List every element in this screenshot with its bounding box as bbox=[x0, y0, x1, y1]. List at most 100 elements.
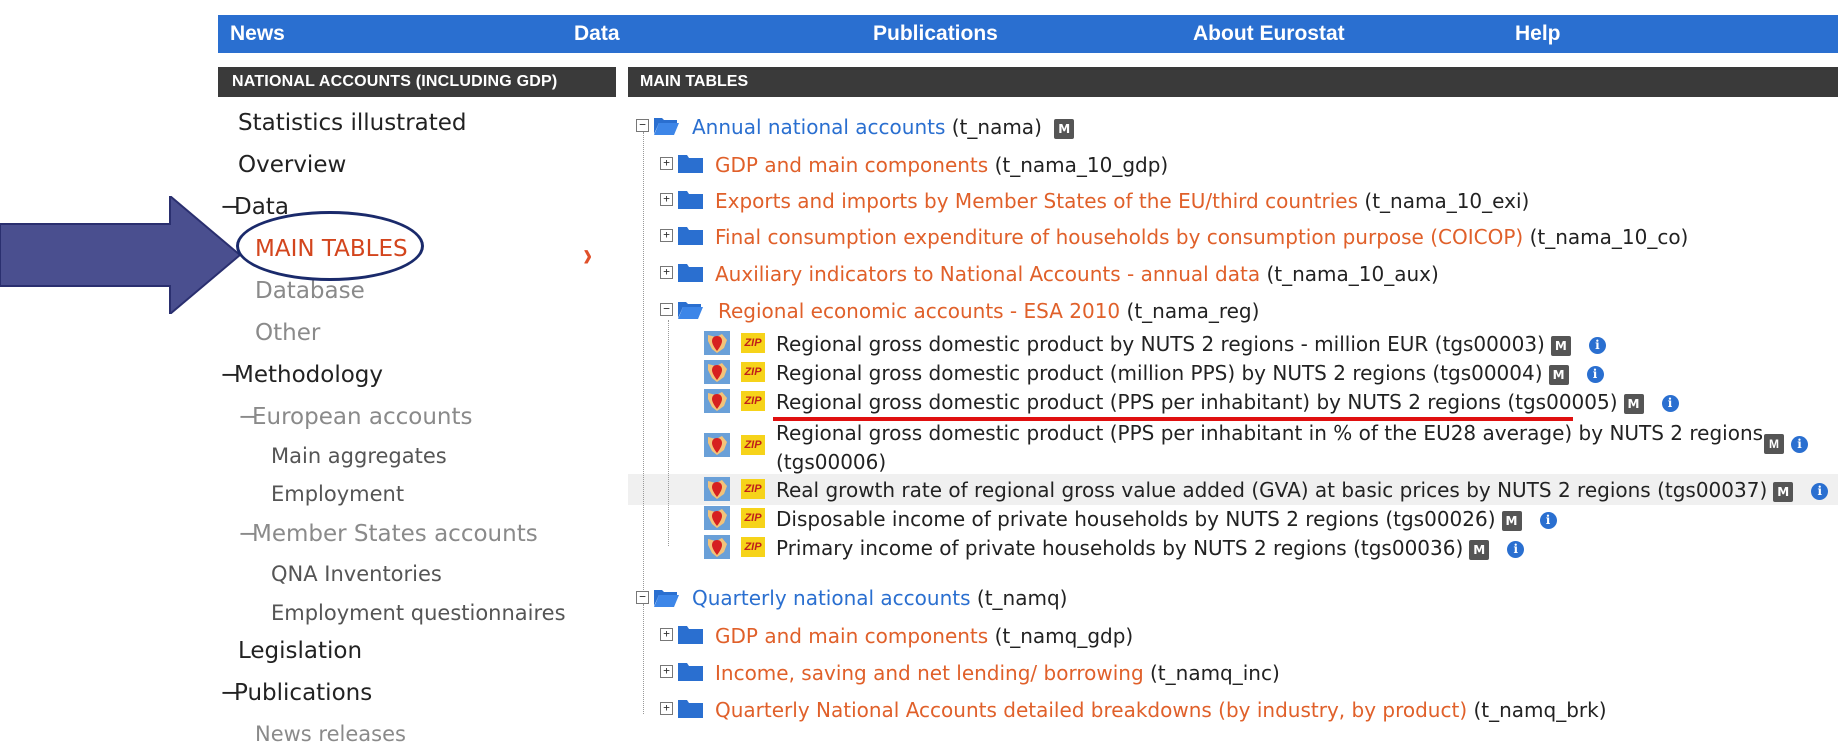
node-link[interactable]: Annual national accounts bbox=[692, 115, 945, 139]
dataset-title-line2[interactable]: (tgs00006) bbox=[776, 450, 886, 474]
dataset-title[interactable]: Primary income of private households by … bbox=[776, 536, 1463, 560]
sidebar-item-other[interactable]: Other bbox=[255, 320, 320, 346]
expand-toggle[interactable]: + bbox=[660, 628, 673, 641]
dataset-tgs00006[interactable]: Regional gross domestic product (PPS per… bbox=[776, 419, 1763, 477]
map-icon[interactable] bbox=[704, 477, 730, 501]
dataset-title[interactable]: Regional gross domestic product by NUTS … bbox=[776, 332, 1545, 356]
nav-publications[interactable]: Publications bbox=[873, 22, 998, 46]
map-icon[interactable] bbox=[704, 433, 730, 457]
sidebar-item-main-aggregates[interactable]: Main aggregates bbox=[271, 444, 447, 468]
node-code: (t_namq_gdp) bbox=[994, 624, 1134, 648]
info-icon[interactable]: i bbox=[1661, 395, 1679, 412]
tree-node-exports[interactable]: Exports and imports by Member States of … bbox=[715, 189, 1529, 213]
metadata-icon[interactable]: M bbox=[1550, 335, 1571, 356]
collapse-toggle[interactable]: − bbox=[636, 119, 649, 132]
metadata-icon[interactable]: M bbox=[1469, 539, 1490, 560]
metadata-icon[interactable]: M bbox=[1773, 481, 1794, 502]
sidebar-item-publications[interactable]: −Publications bbox=[220, 680, 372, 706]
sidebar-item-statistics-illustrated[interactable]: Statistics illustrated bbox=[238, 110, 467, 136]
nav-about[interactable]: About Eurostat bbox=[1193, 22, 1345, 46]
sidebar-item-employment[interactable]: Employment bbox=[271, 482, 404, 506]
expand-toggle[interactable]: + bbox=[660, 157, 673, 170]
node-link[interactable]: Income, saving and net lending/ borrowin… bbox=[715, 661, 1144, 685]
sidebar-item-label: Publications bbox=[234, 680, 373, 706]
node-code: (t_nama_reg) bbox=[1126, 299, 1260, 323]
metadata-icon[interactable]: M bbox=[1548, 364, 1569, 385]
sidebar-item-legislation[interactable]: Legislation bbox=[238, 638, 362, 664]
sidebar-item-main-tables[interactable]: MAIN TABLES bbox=[255, 236, 408, 262]
dataset-title[interactable]: Regional gross domestic product (million… bbox=[776, 361, 1543, 385]
map-icon[interactable] bbox=[704, 360, 730, 384]
node-link[interactable]: Quarterly National Accounts detailed bre… bbox=[715, 698, 1467, 722]
tree-node-q-gdp[interactable]: GDP and main components (t_namq_gdp) bbox=[715, 624, 1133, 648]
metadata-icon[interactable]: M bbox=[1501, 510, 1522, 531]
info-icon[interactable]: i bbox=[1539, 512, 1557, 529]
sidebar-item-european-accounts[interactable]: −European accounts bbox=[238, 404, 472, 430]
info-icon[interactable]: i bbox=[1586, 366, 1604, 383]
node-link[interactable]: Final consumption expenditure of househo… bbox=[715, 225, 1523, 249]
tree-node-annual[interactable]: Annual national accounts (t_nama) M bbox=[692, 115, 1075, 139]
sidebar-item-overview[interactable]: Overview bbox=[238, 152, 346, 178]
zip-download-icon[interactable]: ZIP bbox=[741, 435, 765, 455]
sidebar-item-member-states-accounts[interactable]: −Member States accounts bbox=[238, 521, 538, 547]
node-link[interactable]: Regional economic accounts - ESA 2010 bbox=[718, 299, 1120, 323]
map-icon[interactable] bbox=[704, 389, 730, 413]
nav-news[interactable]: News bbox=[230, 22, 285, 46]
dataset-title[interactable]: Real growth rate of regional gross value… bbox=[776, 478, 1767, 502]
zip-download-icon[interactable]: ZIP bbox=[741, 362, 765, 382]
zip-download-icon[interactable]: ZIP bbox=[741, 537, 765, 557]
expand-toggle[interactable]: + bbox=[660, 193, 673, 206]
expand-toggle[interactable]: + bbox=[660, 665, 673, 678]
zip-download-icon[interactable]: ZIP bbox=[741, 508, 765, 528]
tree-node-quarterly[interactable]: Quarterly national accounts (t_namq) bbox=[692, 586, 1067, 610]
node-link[interactable]: GDP and main components bbox=[715, 153, 988, 177]
sidebar-item-employment-questionnaires[interactable]: Employment questionnaires bbox=[271, 601, 566, 625]
info-icon[interactable]: i bbox=[1588, 337, 1606, 354]
dataset-title[interactable]: Regional gross domestic product (PPS per… bbox=[776, 390, 1618, 414]
dataset-title[interactable]: Disposable income of private households … bbox=[776, 507, 1496, 531]
sidebar-item-database[interactable]: Database bbox=[255, 278, 365, 304]
node-link[interactable]: Quarterly national accounts bbox=[692, 586, 971, 610]
dataset-tgs00005[interactable]: Regional gross domestic product (PPS per… bbox=[776, 390, 1679, 414]
nav-data[interactable]: Data bbox=[574, 22, 620, 46]
folder-icon bbox=[677, 262, 704, 283]
zip-download-icon[interactable]: ZIP bbox=[741, 333, 765, 353]
dataset-tgs00026[interactable]: Disposable income of private households … bbox=[776, 507, 1557, 531]
info-icon[interactable]: i bbox=[1507, 541, 1525, 558]
metadata-icon[interactable]: M bbox=[1054, 118, 1075, 139]
metadata-icon[interactable]: M bbox=[1623, 393, 1644, 414]
expand-toggle[interactable]: + bbox=[660, 266, 673, 279]
node-link[interactable]: Auxiliary indicators to National Account… bbox=[715, 262, 1260, 286]
node-link[interactable]: GDP and main components bbox=[715, 624, 988, 648]
map-icon[interactable] bbox=[704, 506, 730, 530]
sidebar-item-qna-inventories[interactable]: QNA Inventories bbox=[271, 562, 442, 586]
dataset-title[interactable]: Regional gross domestic product (PPS per… bbox=[776, 421, 1763, 445]
zip-download-icon[interactable]: ZIP bbox=[741, 479, 765, 499]
expand-toggle[interactable]: + bbox=[660, 702, 673, 715]
node-link[interactable]: Exports and imports by Member States of … bbox=[715, 189, 1358, 213]
sidebar-item-label: Data bbox=[234, 194, 289, 220]
map-icon[interactable] bbox=[704, 331, 730, 355]
zip-download-icon[interactable]: ZIP bbox=[741, 391, 765, 411]
collapse-toggle[interactable]: − bbox=[636, 591, 649, 604]
expand-toggle[interactable]: + bbox=[660, 229, 673, 242]
sidebar-item-methodology[interactable]: −Methodology bbox=[220, 362, 383, 388]
sidebar-item-news-releases[interactable]: News releases bbox=[255, 722, 406, 746]
tree-node-auxiliary[interactable]: Auxiliary indicators to National Account… bbox=[715, 262, 1439, 286]
dataset-tgs00037[interactable]: Real growth rate of regional gross value… bbox=[776, 478, 1829, 502]
tree-node-q-income[interactable]: Income, saving and net lending/ borrowin… bbox=[715, 661, 1280, 685]
map-icon[interactable] bbox=[704, 535, 730, 559]
tree-node-gdp[interactable]: GDP and main components (t_nama_10_gdp) bbox=[715, 153, 1168, 177]
metadata-icon[interactable]: M bbox=[1764, 434, 1784, 454]
sidebar-item-data[interactable]: −Data bbox=[220, 194, 289, 220]
collapse-toggle[interactable]: − bbox=[660, 303, 673, 316]
tree-node-consumption[interactable]: Final consumption expenditure of househo… bbox=[715, 225, 1688, 249]
tree-node-regional[interactable]: Regional economic accounts - ESA 2010 (t… bbox=[718, 299, 1259, 323]
nav-help[interactable]: Help bbox=[1515, 22, 1561, 46]
dataset-tgs00004[interactable]: Regional gross domestic product (million… bbox=[776, 361, 1604, 385]
dataset-tgs00036[interactable]: Primary income of private households by … bbox=[776, 536, 1525, 560]
info-icon[interactable]: i bbox=[1811, 483, 1829, 500]
info-icon[interactable]: i bbox=[1791, 436, 1808, 453]
tree-node-q-breakdowns[interactable]: Quarterly National Accounts detailed bre… bbox=[715, 698, 1607, 722]
dataset-tgs00003[interactable]: Regional gross domestic product by NUTS … bbox=[776, 332, 1606, 356]
